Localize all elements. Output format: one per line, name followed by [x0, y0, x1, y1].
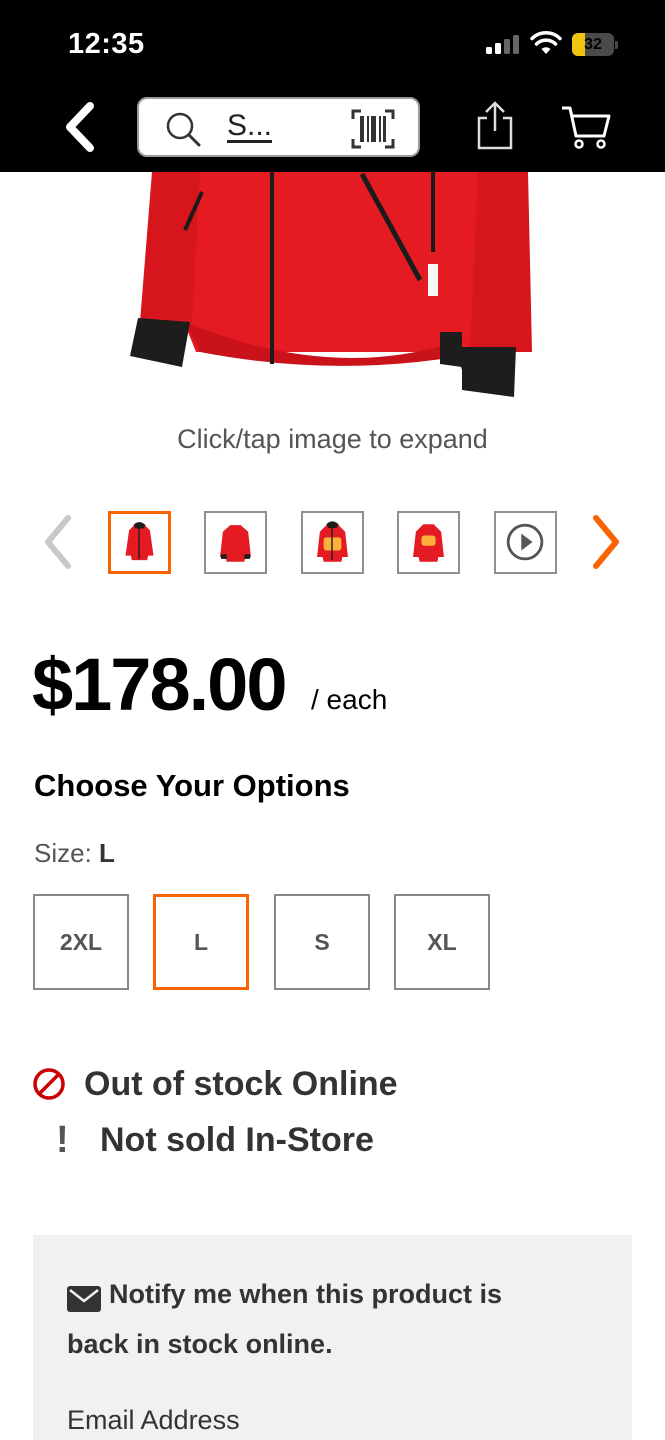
back-chevron-icon[interactable] [58, 100, 102, 154]
price: $178.00 [32, 643, 287, 726]
cellular-signal-icon [486, 34, 520, 54]
play-video-icon [506, 523, 544, 561]
price-unit: / each [311, 684, 388, 715]
options-title: Choose Your Options [34, 768, 350, 803]
notify-panel: Notify me when this product is back in s… [33, 1235, 632, 1440]
exclamation-icon: ! [56, 1118, 69, 1161]
top-bar: 12:35 32 S... [0, 0, 665, 172]
cart-icon[interactable] [560, 102, 612, 150]
size-button-s[interactable]: S [274, 894, 370, 990]
size-prefix: Size: [34, 838, 92, 868]
online-availability: Out of stock Online [32, 1064, 398, 1104]
battery-level: 32 [584, 36, 602, 53]
prohibited-icon [33, 1068, 65, 1100]
notify-line-2: back in stock online. [67, 1329, 333, 1359]
online-status-text: Out of stock Online [84, 1064, 398, 1103]
store-status-text: Not sold In-Store [100, 1120, 374, 1159]
store-availability: ! Not sold In-Store [56, 1118, 374, 1161]
thumbnail-video[interactable] [494, 511, 557, 574]
thumbnail-1[interactable] [108, 511, 171, 574]
search-icon [166, 112, 201, 147]
envelope-icon [67, 1286, 101, 1312]
jacket-heated-thumbnail-icon [317, 521, 348, 562]
email-address-label: Email Address [67, 1405, 240, 1435]
search-bar[interactable]: S... [137, 97, 420, 157]
jacket-thumbnail-icon [125, 522, 154, 561]
size-button-2xl[interactable]: 2XL [33, 894, 129, 990]
thumbnail-4[interactable] [397, 511, 460, 574]
search-text[interactable]: S... [227, 109, 272, 143]
thumbnail-2[interactable] [204, 511, 267, 574]
jacket-back-thumbnail-icon [220, 525, 251, 562]
share-icon[interactable] [474, 100, 516, 150]
size-button-xl[interactable]: XL [394, 894, 490, 990]
expand-hint[interactable]: Click/tap image to expand [0, 424, 665, 455]
jacket-heated-back-thumbnail-icon [413, 524, 444, 562]
battery-icon: 32 [572, 33, 618, 56]
previous-image-chevron-icon[interactable] [38, 510, 78, 570]
status-time: 12:35 [68, 28, 145, 60]
wifi-icon [530, 31, 562, 54]
thumbnail-3[interactable] [301, 511, 364, 574]
product-image[interactable] [0, 172, 665, 402]
selected-size-value: L [99, 838, 115, 868]
size-button-l[interactable]: L [153, 894, 249, 990]
barcode-scan-icon[interactable] [351, 109, 395, 149]
size-label: Size: L [34, 838, 115, 869]
next-image-chevron-icon[interactable] [586, 510, 626, 570]
notify-line-1: Notify me when this product is [109, 1279, 503, 1309]
